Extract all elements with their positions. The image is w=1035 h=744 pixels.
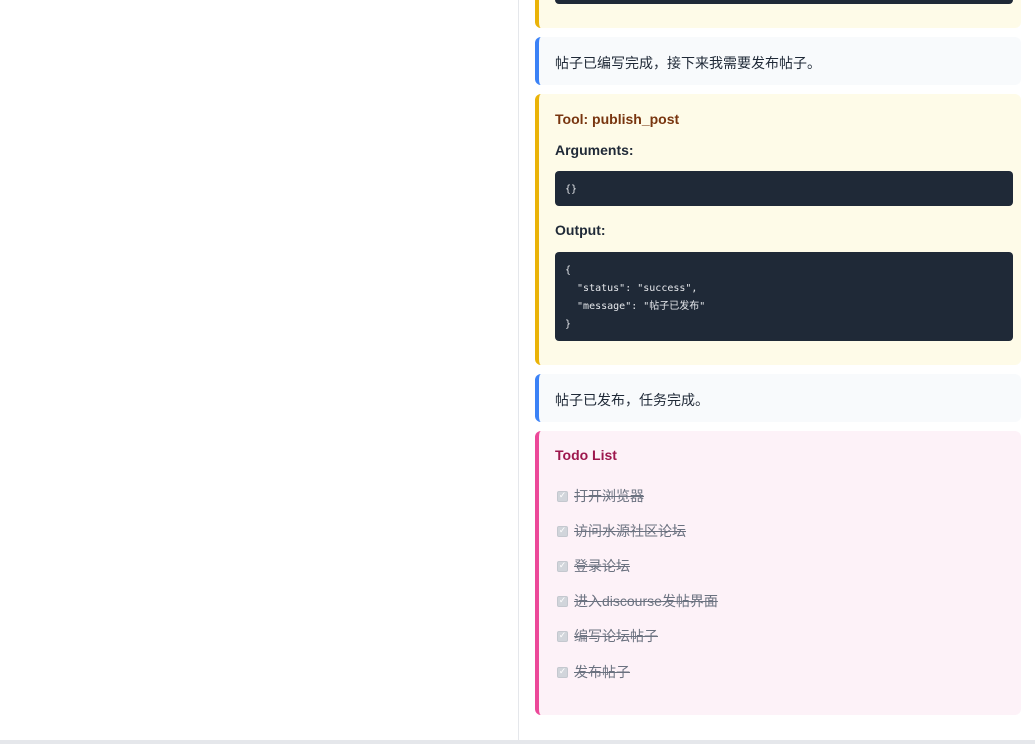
tool-call-card: Tool: publish_post Arguments: {} Output:…	[535, 94, 1021, 365]
todo-checkbox-checked-icon[interactable]: ✓	[557, 490, 568, 502]
arguments-label: Arguments:	[555, 142, 634, 158]
todo-item: ✓ 打开浏览器	[557, 486, 644, 506]
todo-item-label: 登录论坛	[574, 558, 630, 574]
todo-checkbox-checked-icon[interactable]: ✓	[557, 560, 568, 572]
todo-item-label: 发布帖子	[574, 664, 630, 680]
assistant-message-text-final: 帖子已发布，任务完成。	[555, 392, 709, 408]
todo-list-title: Todo List	[555, 447, 617, 463]
todo-checkbox-checked-icon[interactable]: ✓	[557, 525, 568, 537]
todo-item-label: 打开浏览器	[574, 488, 644, 504]
todo-checkbox-checked-icon[interactable]: ✓	[557, 595, 568, 607]
todo-item: ✓ 发布帖子	[557, 662, 630, 682]
todo-item: ✓ 登录论坛	[557, 556, 630, 576]
left-pane	[0, 0, 518, 740]
output-code-block: { "status": "success", "message": "帖子已发布…	[555, 252, 1013, 341]
previous-tool-card	[535, 0, 1021, 28]
todo-item-label: 进入discourse发帖界面	[574, 593, 718, 609]
todo-item: ✓ 编写论坛帖子	[557, 626, 658, 646]
todo-checkbox-checked-icon[interactable]: ✓	[557, 666, 568, 678]
todo-list-card: Todo List ✓ 打开浏览器 ✓ 访问水源社区论坛 ✓ 登录论坛 ✓ 进入…	[535, 431, 1021, 715]
output-label: Output:	[555, 222, 606, 238]
horizontal-scrollbar[interactable]	[0, 740, 1035, 744]
assistant-message-card-final: 帖子已发布，任务完成。	[535, 374, 1021, 422]
previous-code-block	[555, 0, 1013, 4]
tool-title: Tool: publish_post	[555, 111, 680, 127]
conversation-panel: 帖子已编写完成，接下来我需要发布帖子。 Tool: publish_post A…	[519, 0, 1035, 740]
todo-item: ✓ 访问水源社区论坛	[557, 521, 686, 541]
arguments-code-block: {}	[555, 171, 1013, 206]
todo-item: ✓ 进入discourse发帖界面	[557, 591, 718, 611]
todo-checkbox-checked-icon[interactable]: ✓	[557, 630, 568, 642]
todo-item-label: 编写论坛帖子	[574, 628, 658, 644]
assistant-message-text: 帖子已编写完成，接下来我需要发布帖子。	[555, 55, 821, 71]
assistant-message-card: 帖子已编写完成，接下来我需要发布帖子。	[535, 37, 1021, 85]
todo-item-label: 访问水源社区论坛	[574, 523, 686, 539]
